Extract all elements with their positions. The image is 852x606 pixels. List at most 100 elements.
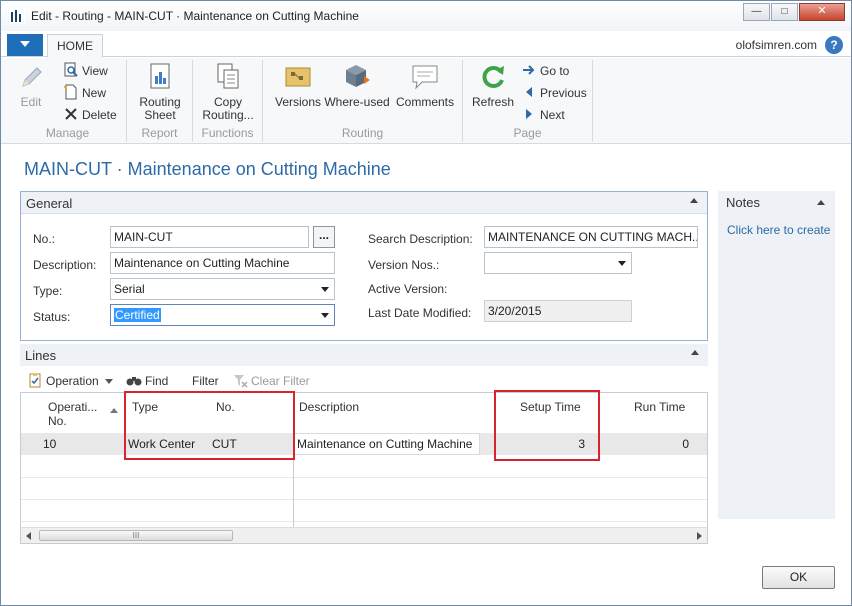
dropdown-arrow-icon — [321, 313, 329, 318]
lines-header: Lines — [25, 348, 57, 363]
col-header-run-time[interactable]: Run Time — [634, 400, 685, 414]
goto-button[interactable]: Go to — [521, 62, 569, 80]
copy-routing-label-2: Routing... — [202, 108, 254, 122]
user-name: olofsimren.com — [735, 38, 817, 52]
previous-button[interactable]: Previous — [521, 84, 587, 102]
chevron-down-icon — [105, 379, 114, 384]
scrollbar-thumb[interactable]: III — [39, 530, 233, 541]
version-nos-select[interactable] — [484, 252, 632, 274]
type-select[interactable]: Serial — [110, 278, 335, 300]
col-header-description[interactable]: Description — [299, 400, 359, 414]
chevron-down-icon — [20, 41, 30, 47]
status-value: Certified — [114, 308, 161, 322]
scroll-right-icon[interactable] — [697, 532, 702, 540]
pencil-icon — [22, 67, 42, 87]
comment-icon — [412, 65, 438, 90]
status-label: Status: — [33, 310, 71, 324]
delete-x-icon — [65, 108, 77, 120]
close-button[interactable]: ✕ — [799, 3, 845, 21]
clear-filter-icon — [234, 375, 248, 388]
title-bar: Edit - Routing - MAIN-CUT · Maintenance … — [1, 1, 851, 31]
search-description-field[interactable]: MAINTENANCE ON CUTTING MACH... — [484, 226, 698, 248]
last-date-modified-label: Last Date Modified: — [368, 306, 472, 320]
filter-button[interactable]: Filter — [192, 372, 219, 390]
no-assist-button[interactable]: ... — [313, 226, 335, 248]
status-select[interactable]: Certified — [110, 304, 335, 326]
routing-sheet-label-1: Routing — [139, 95, 181, 109]
group-label-manage: Manage — [45, 126, 90, 140]
col-header-operation-no[interactable]: Operati... No. — [48, 400, 97, 428]
edit-label: Edit — [20, 95, 42, 109]
active-version-label: Active Version: — [368, 282, 448, 296]
triangle-left-icon — [526, 87, 532, 97]
ribbon-group-page: Refresh Go to Previous Next Page — [463, 60, 593, 142]
new-button[interactable]: New — [63, 84, 106, 102]
notes-factbox: Notes Click here to create a new note. — [718, 191, 835, 519]
find-button[interactable]: Find — [126, 372, 168, 390]
copy-routing-label-1: Copy — [213, 95, 242, 109]
create-note-link[interactable]: Click here to create a new note. — [727, 223, 831, 237]
where-used-button[interactable]: Where-used — [323, 62, 391, 109]
copy-routing-button[interactable]: Copy Routing... — [199, 62, 257, 122]
arrow-right-icon — [523, 65, 535, 75]
delete-button[interactable]: Delete — [63, 106, 117, 124]
filter-label: Filter — [192, 374, 219, 388]
highlight-box-type-no — [124, 391, 295, 460]
dynamics-nav-icon — [9, 8, 25, 24]
ribbon-group-report: Routing Sheet Report — [127, 60, 193, 142]
type-label: Type: — [33, 284, 63, 298]
search-description-value: MAINTENANCE ON CUTTING MACH... — [488, 230, 698, 244]
view-label: View — [82, 64, 108, 78]
maximize-button[interactable]: □ — [771, 3, 798, 21]
versions-icon — [285, 67, 311, 87]
comments-button[interactable]: Comments — [393, 62, 457, 109]
new-document-icon — [64, 84, 77, 100]
notes-header: Notes — [726, 195, 760, 210]
tab-home[interactable]: HOME — [47, 34, 103, 58]
view-button[interactable]: View — [63, 62, 108, 80]
ok-button[interactable]: OK — [762, 566, 835, 589]
edit-button[interactable]: Edit — [17, 62, 45, 109]
general-fasttab-header[interactable]: General — [21, 192, 707, 214]
goto-label: Go to — [540, 64, 570, 78]
last-date-modified-value: 3/20/2015 — [488, 304, 542, 318]
lines-fasttab-header[interactable]: Lines — [20, 344, 708, 366]
application-menu-button[interactable] — [7, 34, 43, 56]
version-nos-label: Version Nos.: — [368, 258, 440, 272]
ribbon-group-functions: Copy Routing... Functions — [193, 60, 263, 142]
clear-filter-button[interactable]: Clear Filter — [232, 372, 310, 390]
collapse-icon[interactable] — [817, 200, 825, 205]
no-label: No.: — [33, 232, 56, 246]
collapse-icon[interactable] — [691, 350, 699, 355]
row-divider — [21, 521, 707, 522]
no-field[interactable]: MAIN-CUT — [110, 226, 309, 248]
general-fasttab: General No.: MAIN-CUT ... Description: M… — [20, 191, 708, 341]
scroll-left-icon[interactable] — [26, 532, 31, 540]
ribbon-group-manage: Edit View New Delete Manage — [9, 60, 127, 142]
routing-sheet-button[interactable]: Routing Sheet — [131, 62, 189, 122]
versions-button[interactable]: Versions — [271, 62, 325, 109]
collapse-icon[interactable] — [690, 198, 698, 203]
comments-label: Comments — [395, 95, 454, 109]
cell-run-time[interactable]: 0 — [682, 437, 689, 451]
help-icon[interactable]: ? — [825, 36, 843, 54]
dropdown-arrow-icon — [618, 261, 626, 266]
ribbon: Edit View New Delete Manage Routing Shee… — [1, 58, 851, 144]
horizontal-scrollbar[interactable]: III — [21, 527, 707, 543]
cell-operation-no[interactable]: 10 — [43, 437, 56, 451]
minimize-button[interactable]: — — [743, 3, 770, 21]
page-title: MAIN-CUT · Maintenance on Cutting Machin… — [24, 159, 391, 179]
refresh-button[interactable]: Refresh — [469, 62, 517, 109]
description-field[interactable]: Maintenance on Cutting Machine — [110, 252, 335, 274]
operation-menu-button[interactable]: Operation — [27, 372, 114, 390]
general-header: General — [26, 196, 73, 211]
new-label: New — [82, 86, 107, 100]
delete-label: Delete — [82, 108, 117, 122]
sort-ascending-icon — [110, 408, 118, 413]
copy-document-icon — [217, 63, 239, 89]
group-label-report: Report — [141, 126, 178, 140]
no-value: MAIN-CUT — [114, 230, 173, 244]
next-button[interactable]: Next — [521, 106, 565, 124]
group-label-functions: Functions — [201, 126, 254, 140]
cell-description-editor[interactable]: Maintenance on Cutting Machine — [294, 433, 480, 455]
